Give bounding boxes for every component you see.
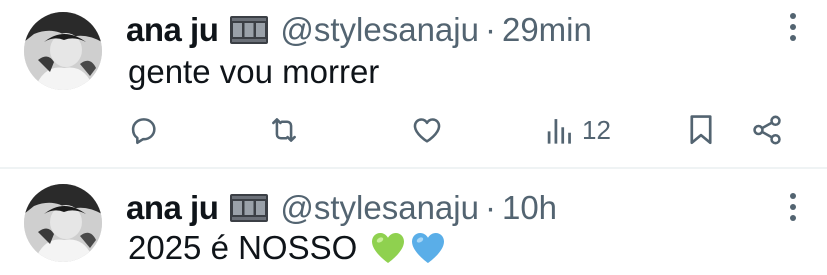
views-button[interactable]: 12: [546, 110, 611, 150]
tweet-header: ana ju @stylesanaju · 10h: [126, 188, 557, 228]
share-button[interactable]: [750, 110, 784, 150]
separator-dot: ·: [484, 189, 496, 226]
author-handle[interactable]: @stylesanaju: [280, 188, 479, 228]
share-icon: [753, 115, 781, 145]
tweet-text: 2025 é NOSSO: [128, 228, 446, 268]
tweet-text: gente vou morrer: [128, 52, 379, 92]
heart-icon: [413, 118, 441, 143]
timestamp[interactable]: 10h: [502, 188, 557, 228]
reply-icon: [131, 118, 156, 145]
blue-heart-emoji: [412, 233, 445, 263]
author-handle[interactable]: @stylesanaju: [280, 10, 479, 50]
retweet-button[interactable]: [266, 110, 302, 150]
tweet-actions: 12: [126, 110, 796, 150]
author-name[interactable]: ana ju: [126, 10, 219, 50]
tweet-text-content: gente vou morrer: [128, 53, 380, 90]
views-count: 12: [582, 114, 611, 145]
separator-dot: ·: [484, 11, 496, 48]
tweet-header: ana ju @stylesanaju · 29min: [126, 10, 592, 50]
avatar-photo: [24, 12, 102, 90]
avatar[interactable]: [24, 184, 102, 262]
more-options-icon[interactable]: [789, 12, 797, 42]
tweet-divider: [0, 167, 827, 169]
reply-button[interactable]: [126, 110, 160, 150]
avatar[interactable]: [24, 12, 102, 90]
author-name[interactable]: ana ju: [126, 188, 219, 228]
retweet-icon: [272, 118, 296, 142]
tweet-feed: ana ju @stylesanaju · 29min gente vou mo…: [0, 0, 827, 275]
more-options-icon[interactable]: [789, 192, 797, 222]
views-icon: [547, 119, 571, 144]
tweet-text-content: 2025 é NOSSO: [128, 229, 358, 266]
bookmark-button[interactable]: [686, 110, 716, 150]
timestamp[interactable]: 29min: [502, 10, 592, 50]
film-frames-emoji: [230, 16, 269, 44]
like-button[interactable]: [410, 110, 444, 150]
tweet[interactable]: ana ju @stylesanaju · 29min gente vou mo…: [0, 0, 827, 168]
avatar-photo: [24, 184, 102, 262]
green-heart-emoji: [372, 233, 405, 263]
bookmark-icon: [690, 115, 712, 145]
film-frames-emoji: [230, 194, 269, 222]
